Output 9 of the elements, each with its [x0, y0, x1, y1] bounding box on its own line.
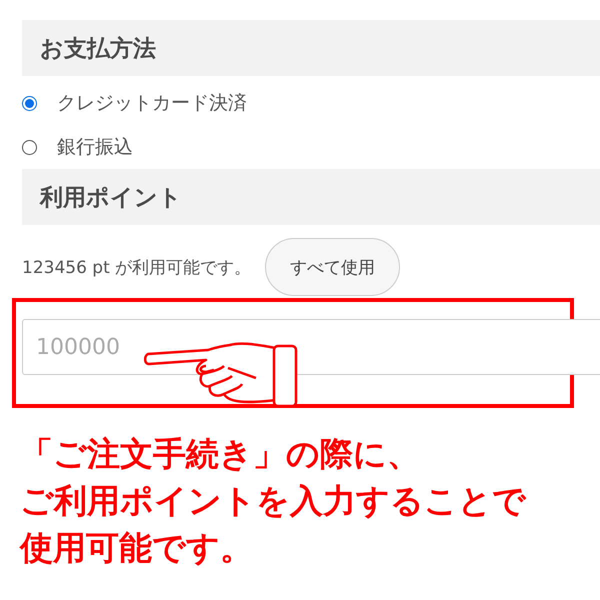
use-all-button[interactable]: すべて使用	[265, 238, 400, 296]
annotation-text: 「ご注文手続き」の際に、 ご利用ポイントを入力することで 使用可能です。	[18, 433, 528, 569]
option-label: 銀行振込	[57, 135, 133, 160]
radio-button[interactable]	[22, 140, 37, 154]
radio-button[interactable]	[22, 96, 37, 110]
heading-text: 利用ポイント	[40, 184, 182, 212]
available-points-text: 123456 pt が利用可能です。	[22, 256, 252, 278]
heading-text: お支払方法	[40, 34, 156, 64]
option-label: クレジットカード決済	[57, 91, 247, 116]
